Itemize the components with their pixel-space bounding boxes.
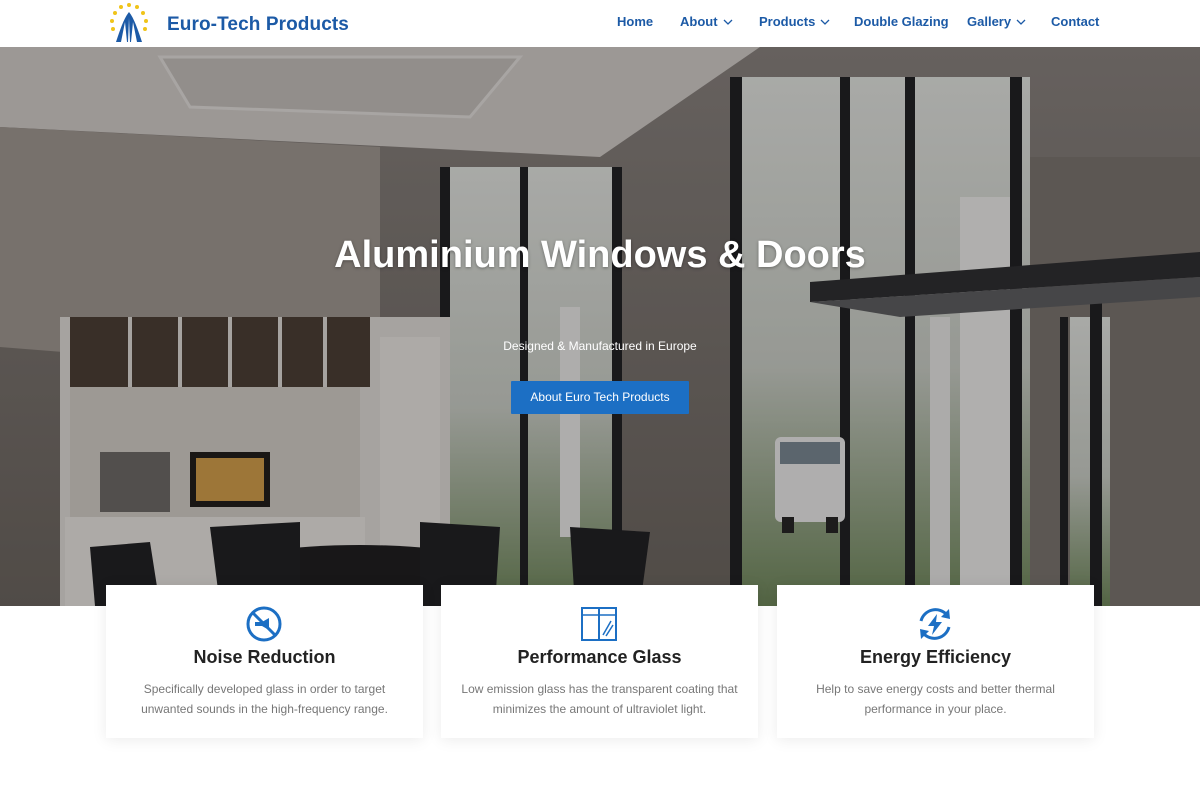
- feature-title: Performance Glass: [517, 647, 682, 667]
- chevron-down-icon: [723, 19, 733, 25]
- main-nav: Home About Products Double Glazing Galle…: [0, 14, 1200, 34]
- nav-item-label: Gallery: [967, 14, 1012, 29]
- nav-item-label: About: [680, 14, 718, 29]
- nav-item-label: Home: [617, 14, 654, 29]
- window-glass-icon: [581, 607, 617, 641]
- hero-section: Aluminium Windows & Doors Designed & Man…: [0, 47, 1200, 606]
- nav-item-home[interactable]: Home: [617, 14, 653, 29]
- feature-text: Specifically developed glass in order to…: [141, 682, 388, 716]
- chevron-down-icon: [1016, 19, 1026, 25]
- hero-title: Aluminium Windows & Doors: [334, 234, 866, 276]
- nav-item-about[interactable]: About: [680, 14, 733, 29]
- about-button[interactable]: About Euro Tech Products: [511, 381, 689, 414]
- nav-item-label: Products: [759, 14, 816, 29]
- nav-item-gallery[interactable]: Gallery: [967, 14, 1026, 29]
- hero-subtitle: Designed & Manufactured in Europe: [503, 339, 697, 353]
- nav-item-products[interactable]: Products: [759, 14, 830, 29]
- hero-dark-overlay: [0, 47, 1200, 606]
- feature-card-noise: Noise Reduction Specifically developed g…: [106, 585, 423, 738]
- feature-title: Energy Efficiency: [859, 647, 1012, 667]
- nav-item-label: Contact: [1051, 14, 1100, 29]
- no-noise-icon: [246, 606, 282, 642]
- nav-item-contact[interactable]: Contact: [1051, 14, 1099, 29]
- feature-card-glass: Performance Glass Low emission glass has…: [441, 585, 758, 738]
- site-header: Euro-Tech Products Home About Products D…: [0, 0, 1200, 47]
- feature-text: Low emission glass has the transparent c…: [461, 682, 738, 716]
- feature-card-energy: Energy Efficiency Help to save energy co…: [777, 585, 1094, 738]
- chevron-down-icon: [820, 19, 830, 25]
- feature-title: Noise Reduction: [193, 647, 336, 667]
- nav-item-double-glazing[interactable]: Double Glazing: [854, 14, 949, 29]
- feature-text: Help to save energy costs and better the…: [816, 682, 1055, 716]
- energy-cycle-icon: [919, 608, 951, 640]
- nav-item-label: Double Glazing: [854, 14, 949, 29]
